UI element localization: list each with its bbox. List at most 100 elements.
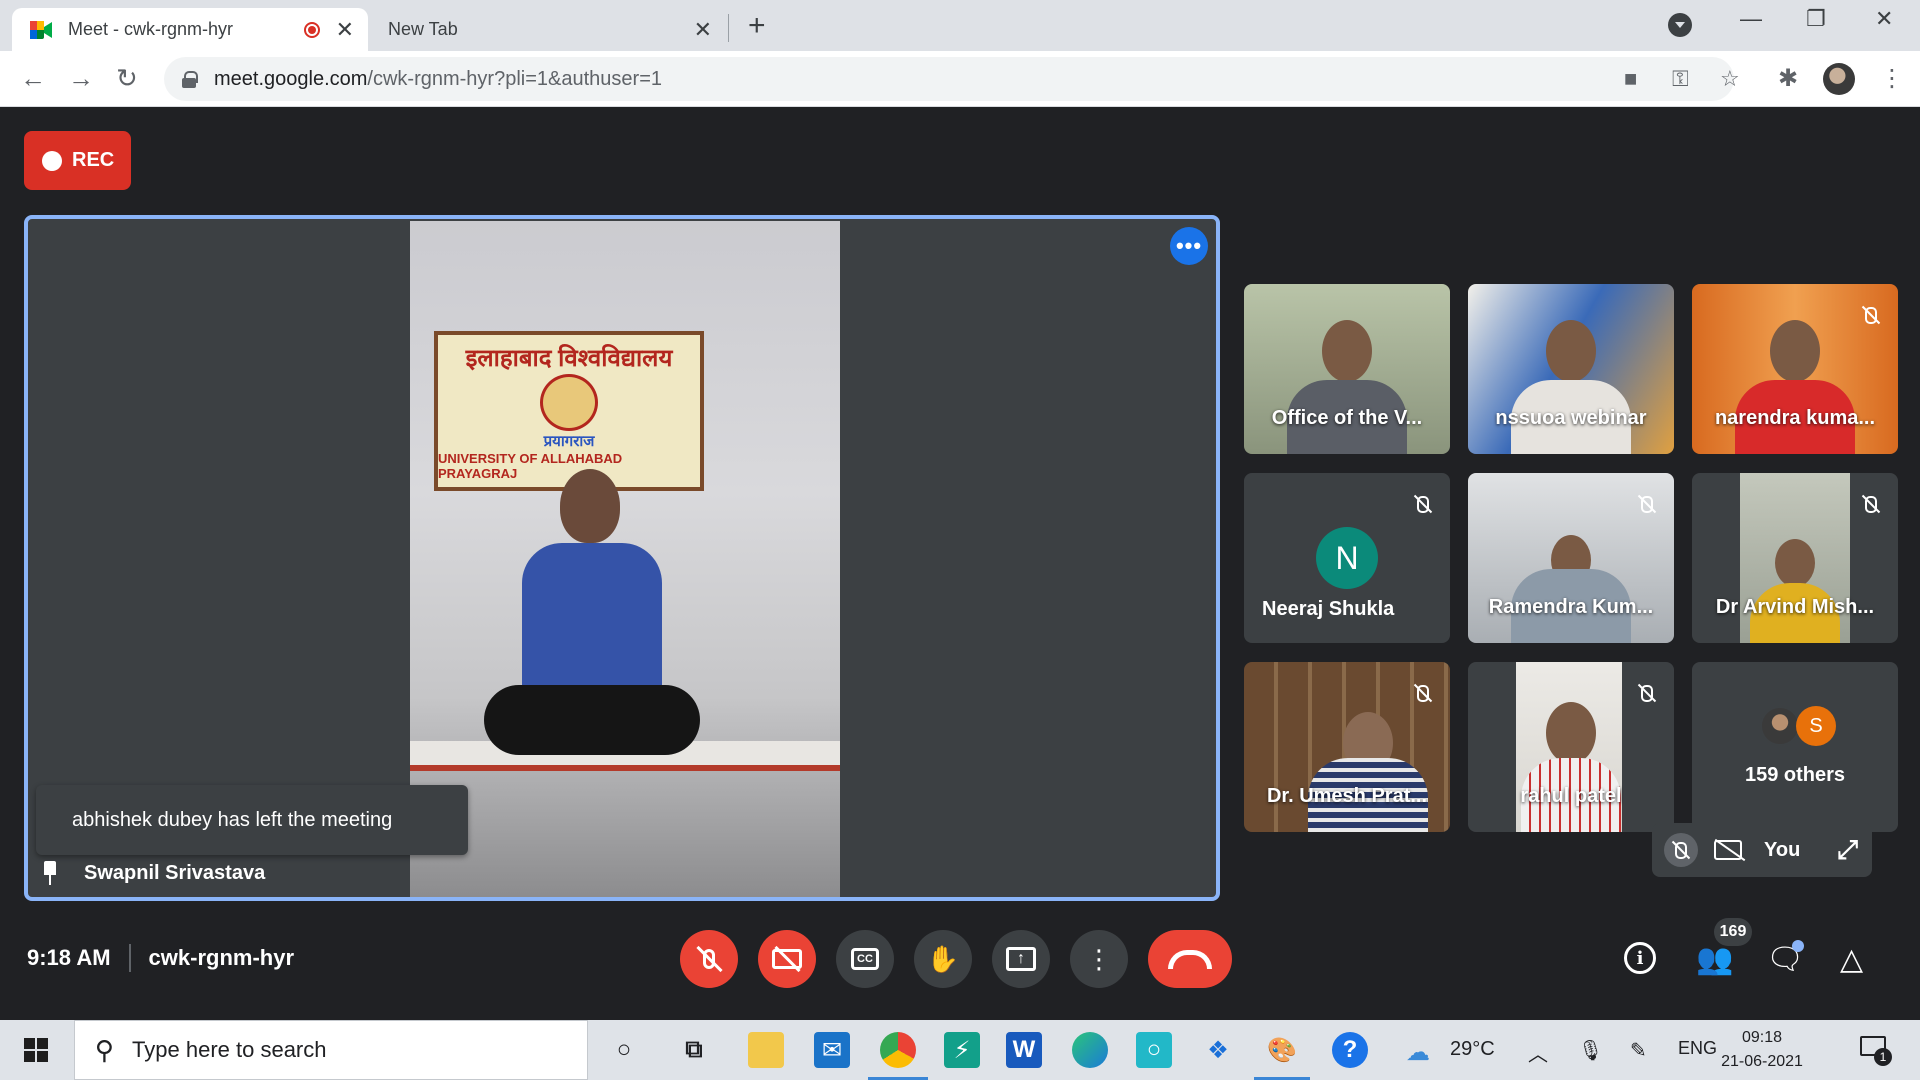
present-screen-button[interactable]: ↑ xyxy=(992,930,1050,988)
mic-off-icon xyxy=(1858,302,1884,328)
new-tab-button[interactable]: + xyxy=(748,9,766,43)
tab-new-tab[interactable]: New Tab ✕ xyxy=(370,8,726,51)
participant-avatar: N xyxy=(1316,527,1378,589)
hand-icon: ✋ xyxy=(926,943,960,974)
minimize-icon[interactable]: — xyxy=(1740,6,1762,32)
restore-icon[interactable]: ❐ xyxy=(1806,6,1826,32)
close-tab-icon[interactable]: ✕ xyxy=(336,17,354,43)
activities-button[interactable]: △ xyxy=(1840,942,1863,977)
mic-off-icon xyxy=(1634,491,1660,517)
windows-start-icon[interactable] xyxy=(24,1038,48,1062)
bookmark-star-icon[interactable]: ☆ xyxy=(1720,66,1740,92)
participant-name: narendra kuma... xyxy=(1714,407,1876,429)
mail-icon[interactable]: ✉ xyxy=(814,1032,850,1068)
edge-icon[interactable] xyxy=(1072,1032,1108,1068)
participant-tile[interactable]: Office of the V... xyxy=(1244,284,1450,454)
participant-name: Dr. Umesh Prat... xyxy=(1266,785,1428,807)
search-placeholder: Type here to search xyxy=(132,1037,327,1062)
file-explorer-icon[interactable] xyxy=(748,1032,784,1068)
close-tab-icon[interactable]: ✕ xyxy=(694,17,712,43)
university-seal xyxy=(540,374,598,431)
app-icon[interactable]: ⚡ xyxy=(944,1032,980,1068)
main-speaker-tile[interactable]: इलाहाबाद विश्वविद्यालय प्रयागराज UNIVERS… xyxy=(24,215,1220,901)
others-tile[interactable]: S 159 others xyxy=(1692,662,1898,832)
url-text: meet.google.com/cwk-rgnm-hyr?pli=1&authu… xyxy=(214,67,663,90)
tab-meet[interactable]: Meet - cwk-rgnm-hyr ✕ xyxy=(12,8,368,51)
word-icon[interactable]: W xyxy=(1006,1032,1042,1068)
clock-date: 21-06-2021 xyxy=(1721,1053,1803,1070)
meeting-details-button[interactable]: i xyxy=(1624,942,1656,974)
pin-icon[interactable] xyxy=(42,861,58,885)
chrome-icon[interactable] xyxy=(880,1032,916,1068)
university-banner: इलाहाबाद विश्वविद्यालय प्रयागराज UNIVERS… xyxy=(434,331,704,491)
camera-in-use-icon[interactable]: ■ xyxy=(1624,66,1637,92)
close-window-icon[interactable]: ✕ xyxy=(1875,6,1893,32)
participant-face xyxy=(1546,702,1596,764)
cortana-icon[interactable]: ○ xyxy=(606,1032,642,1068)
reload-icon[interactable]: ↻ xyxy=(116,63,138,94)
more-options-button[interactable]: ⋮ xyxy=(1070,930,1128,988)
tile-more-options-button[interactable]: ••• xyxy=(1170,227,1208,265)
participant-tile[interactable]: narendra kuma... xyxy=(1692,284,1898,454)
expand-icon[interactable]: ⤢ xyxy=(1837,834,1858,866)
participant-tile[interactable]: nssuoa webinar xyxy=(1468,284,1674,454)
paint-icon[interactable]: 🎨 xyxy=(1264,1032,1300,1068)
main-speaker-label: Swapnil Srivastava xyxy=(84,861,266,884)
captions-button[interactable]: CC xyxy=(836,930,894,988)
help-icon[interactable]: ? xyxy=(1332,1032,1368,1068)
camera-toggle-button[interactable] xyxy=(758,930,816,988)
dropbox-icon[interactable]: ❖ xyxy=(1200,1032,1236,1068)
extensions-icon[interactable]: ✱ xyxy=(1778,64,1798,93)
browser-menu-icon[interactable]: ⋮ xyxy=(1880,64,1904,93)
more-vert-icon: ⋮ xyxy=(1086,943,1112,974)
microphone-toggle-button[interactable] xyxy=(680,930,738,988)
mic-off-icon xyxy=(1634,680,1660,706)
participant-tile[interactable]: Dr Arvind Mish... xyxy=(1692,473,1898,643)
people-icon: 👥 xyxy=(1696,943,1734,976)
self-mic-off-icon xyxy=(1664,833,1698,867)
main-speaker-name: Swapnil Srivastava xyxy=(42,855,265,891)
weather-icon[interactable]: ☁ xyxy=(1406,1038,1430,1067)
browser-tab-strip: Meet - cwk-rgnm-hyr ✕ New Tab ✕ + — ❐ ✕ xyxy=(0,0,1920,51)
language-indicator[interactable]: ENG xyxy=(1678,1038,1717,1059)
show-hidden-icons-icon[interactable]: ︿ xyxy=(1528,1038,1548,1067)
present-icon: ↑ xyxy=(1006,947,1036,971)
raise-hand-button[interactable]: ✋ xyxy=(914,930,972,988)
notification-count: 1 xyxy=(1874,1048,1892,1066)
clock-time: 09:18 xyxy=(1741,1029,1783,1046)
weather-temperature[interactable]: 29°C xyxy=(1450,1038,1495,1061)
meeting-time: 9:18 AM xyxy=(27,945,111,970)
participant-tile[interactable]: Dr. Umesh Prat... xyxy=(1244,662,1450,832)
main-video-feed: इलाहाबाद विश्वविद्यालय प्रयागराज UNIVERS… xyxy=(410,221,840,897)
participant-tile[interactable]: N Neeraj Shukla xyxy=(1244,473,1450,643)
notification-center-icon[interactable]: 1 xyxy=(1860,1036,1892,1066)
pen-icon[interactable]: ✎ xyxy=(1630,1038,1647,1063)
info-icon: i xyxy=(1624,942,1656,974)
people-count-badge: 169 xyxy=(1714,918,1752,946)
banner-hindi-text: इलाहाबाद विश्वविद्यालय xyxy=(465,345,673,372)
address-bar[interactable]: meet.google.com/cwk-rgnm-hyr?pli=1&authu… xyxy=(164,57,1740,101)
tab-title: New Tab xyxy=(388,19,458,39)
mic-off-icon xyxy=(1410,491,1436,517)
participant-face xyxy=(1322,320,1372,382)
participant-face xyxy=(1775,539,1815,587)
participant-tile[interactable]: Ramendra Kum... xyxy=(1468,473,1674,643)
app-icon[interactable]: ○ xyxy=(1136,1032,1172,1068)
taskbar-search-input[interactable]: ⚲ Type here to search xyxy=(74,1020,588,1080)
self-view-bar[interactable]: You ⤢ xyxy=(1652,823,1872,877)
taskbar-clock[interactable]: 09:18 21-06-2021 xyxy=(1716,1026,1808,1074)
microphone-icon[interactable]: 🎙 xyxy=(1578,1038,1603,1063)
mic-off-icon xyxy=(1858,491,1884,517)
people-button[interactable]: 👥 xyxy=(1696,942,1733,977)
forward-icon[interactable]: → xyxy=(68,63,94,94)
leave-call-button[interactable] xyxy=(1148,930,1232,988)
participant-tile[interactable]: rahul patel xyxy=(1468,662,1674,832)
profile-avatar[interactable] xyxy=(1823,63,1855,95)
recording-label: REC xyxy=(72,149,115,171)
participant-name: rahul patel xyxy=(1520,785,1622,807)
task-view-icon[interactable]: ⧉ xyxy=(676,1032,712,1068)
mic-off-icon xyxy=(1410,680,1436,706)
tab-search-icon[interactable] xyxy=(1668,13,1692,37)
key-icon[interactable]: ⚿ xyxy=(1672,66,1689,92)
back-icon[interactable]: ← xyxy=(20,63,46,94)
